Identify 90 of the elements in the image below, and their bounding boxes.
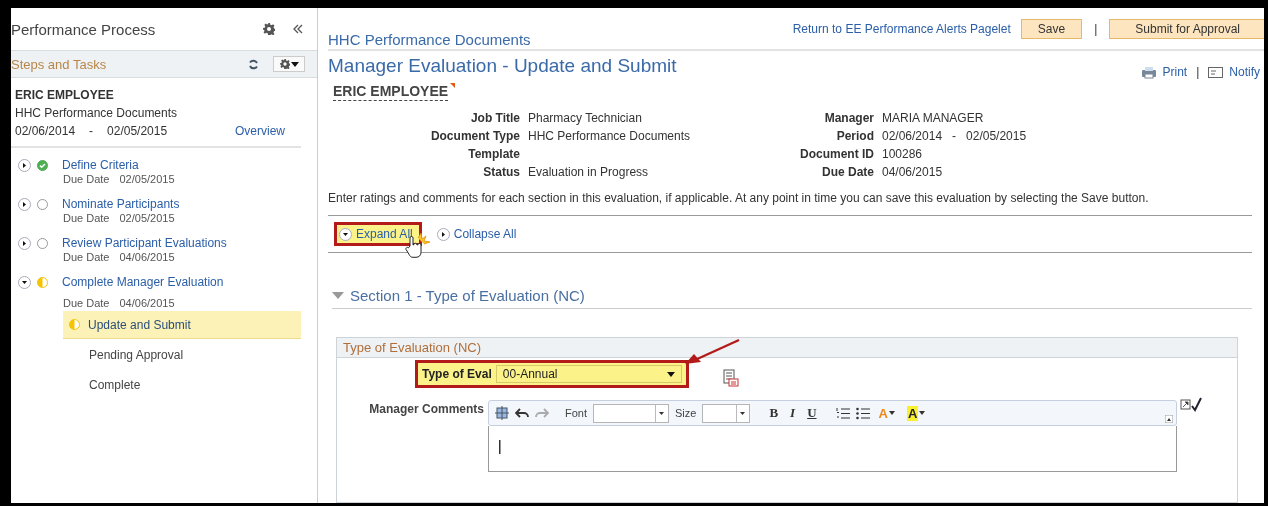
callout-arrow [683, 338, 741, 366]
expand-toggle-icon[interactable] [18, 197, 31, 211]
bullet-list-icon[interactable] [855, 406, 870, 420]
caret-icon [919, 411, 926, 415]
employee-name[interactable]: ERIC EMPLOYEE [333, 83, 449, 101]
type-of-evaluation-field[interactable]: Type of Eval 00-Annual [415, 360, 689, 388]
collapse-panel-icon[interactable] [293, 24, 303, 34]
period-separator: - [89, 124, 94, 138]
due-date-label: Due Date [63, 251, 110, 263]
field-value: 100286 [882, 147, 923, 161]
size-label: Size [675, 407, 697, 419]
field-label: Job Title [469, 111, 520, 125]
print-link[interactable]: Print [1162, 65, 1188, 79]
breadcrumb: HHC Performance Documents [328, 31, 532, 48]
envelope-icon[interactable] [1208, 66, 1224, 78]
caret-icon [666, 371, 675, 377]
document-list-icon[interactable] [722, 369, 739, 387]
field-value: HHC Performance Documents [528, 129, 691, 143]
field-value: 02/06/2014 [882, 129, 943, 143]
period-separator: - [952, 129, 957, 143]
refresh-icon[interactable] [248, 58, 259, 70]
undo-icon[interactable] [515, 407, 529, 419]
due-date: 02/05/2015 [119, 173, 175, 185]
caret-icon [290, 61, 299, 67]
field-value: 02/05/2015 [966, 129, 1027, 143]
employee-name: ERIC EMPLOYEE [15, 88, 115, 102]
notify-link[interactable]: Notify [1229, 65, 1260, 79]
due-date: 04/06/2015 [119, 297, 175, 309]
save-button[interactable]: Save [1020, 19, 1083, 39]
step-link[interactable]: Review Participant Evaluations [62, 236, 227, 250]
section-collapse-icon[interactable] [332, 291, 344, 300]
field-label: Document Type [429, 129, 520, 143]
field-label: Status [482, 165, 520, 179]
caret-icon [888, 411, 895, 415]
step-link[interactable]: Complete Manager Evaluation [62, 275, 224, 289]
step-link[interactable]: Define Criteria [62, 158, 139, 172]
collapse-toggle-icon[interactable] [339, 227, 352, 241]
step-link[interactable]: Nominate Participants [62, 197, 180, 211]
due-date: 02/05/2015 [119, 212, 175, 224]
field-label: Template [467, 147, 520, 161]
italic-button[interactable]: I [787, 405, 799, 421]
settings-icon[interactable] [263, 23, 275, 35]
due-date-label: Due Date [63, 173, 110, 185]
period-end: 02/05/2015 [107, 124, 169, 138]
expand-toggle-icon[interactable] [18, 158, 31, 172]
field-label: Manager Comments [369, 402, 484, 418]
substep-item[interactable]: Complete [63, 371, 301, 399]
underline-button[interactable]: U [804, 405, 820, 421]
spell-check-icon[interactable] [1180, 397, 1202, 413]
collapse-all-link[interactable]: Collapse All [431, 222, 526, 246]
due-date-label: Due Date [63, 297, 110, 309]
expand-all-link[interactable]: Expand All [334, 222, 422, 246]
substep-item[interactable]: Update and Submit [63, 311, 301, 339]
field-label: Manager [823, 111, 874, 125]
numbered-list-icon[interactable] [835, 406, 850, 420]
corner-marker-icon [450, 83, 456, 88]
settings-dropdown[interactable] [273, 56, 305, 72]
separator: | [1094, 22, 1098, 36]
bold-button[interactable]: B [766, 405, 782, 421]
field-value: Pharmacy Technician [528, 111, 642, 125]
field-label: Document ID [799, 147, 874, 161]
collapse-toggle-icon[interactable] [18, 275, 31, 289]
overview-link[interactable]: Overview [235, 124, 285, 138]
field-label: Due Date [821, 165, 874, 179]
collapse-toolbar-icon[interactable] [1165, 415, 1173, 423]
printer-icon[interactable] [1140, 65, 1157, 79]
panel-title: Performance Process [11, 20, 157, 38]
font-label: Font [565, 407, 587, 419]
period-start: 02/06/2014 [15, 124, 76, 138]
field-value: Evaluation in Progress [528, 165, 649, 179]
source-view-icon[interactable] [495, 406, 509, 420]
due-date: 04/06/2015 [119, 251, 175, 263]
substep-item[interactable]: Pending Approval [63, 341, 301, 369]
field-label: Period [835, 129, 874, 143]
field-value: 04/06/2015 [882, 165, 943, 179]
expand-toggle-icon[interactable] [436, 227, 450, 241]
section-title: Section 1 - Type of Evaluation (NC) [350, 287, 585, 304]
group-title: Type of Evaluation (NC) [343, 340, 481, 355]
instructions-text: Enter ratings and comments for each section in this evaluation, if applicable. At any point in time you can save this evaluation by selecting the Save button. [328, 191, 1252, 216]
submit-button[interactable]: Submit for Approval [1109, 19, 1264, 39]
page-title: Manager Evaluation - Update and Submit [328, 55, 678, 77]
document-name: HHC Performance Documents [15, 106, 179, 120]
section-title: Steps and Tasks [11, 56, 108, 72]
gear-icon[interactable] [279, 59, 290, 69]
due-date-label: Due Date [63, 212, 110, 224]
field-value: MARIA MANAGER [882, 111, 984, 125]
expand-toggle-icon[interactable] [18, 236, 31, 250]
text-cursor-icon [499, 440, 501, 454]
separator: | [1196, 65, 1200, 79]
return-link[interactable]: Return to EE Performance Alerts Pagelet [792, 22, 1011, 36]
